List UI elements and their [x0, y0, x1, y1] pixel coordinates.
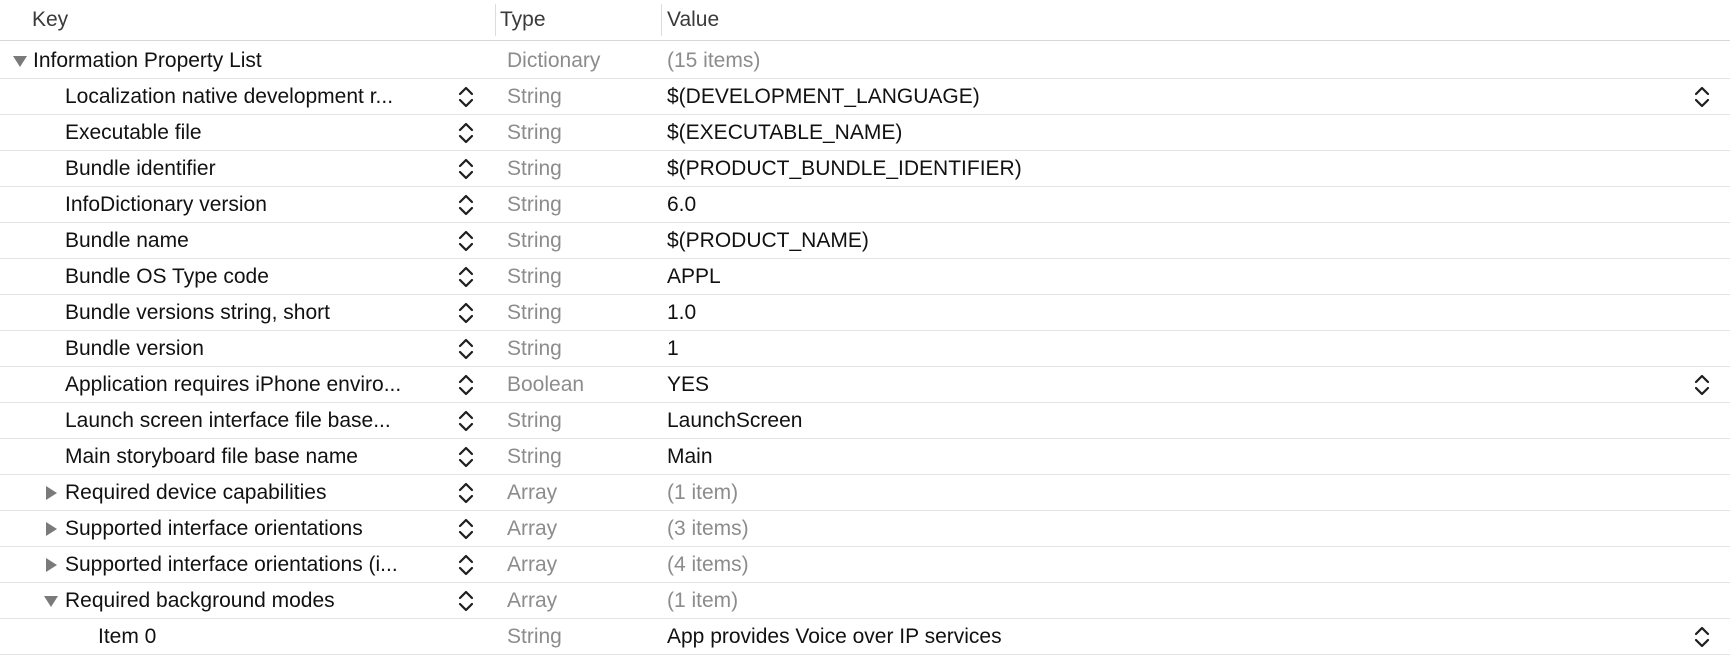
row-value[interactable]: App provides Voice over IP services: [667, 619, 1002, 654]
row-value[interactable]: $(PRODUCT_BUNDLE_IDENTIFIER): [667, 151, 1022, 186]
row-key[interactable]: Bundle OS Type code: [65, 259, 269, 294]
row-key[interactable]: Launch screen interface file base...: [65, 403, 391, 438]
row-type[interactable]: Array: [507, 475, 557, 510]
table-row[interactable]: Required device capabilities Array (1 item…: [0, 475, 1730, 511]
row-type[interactable]: String: [507, 151, 562, 186]
table-row[interactable]: Launch screen interface file base... Stri…: [0, 403, 1730, 439]
row-value[interactable]: 1.0: [667, 295, 696, 330]
row-value: (1 item): [667, 589, 739, 612]
table-row[interactable]: Bundle OS Type code String APPL: [0, 259, 1730, 295]
row-value[interactable]: LaunchScreen: [667, 403, 802, 438]
key-updown-icon[interactable]: [456, 83, 476, 111]
key-updown-icon[interactable]: [456, 479, 476, 507]
table-row[interactable]: Application requires iPhone enviro... Boo…: [0, 367, 1730, 403]
table-row[interactable]: Main storyboard file base name String Main: [0, 439, 1730, 475]
row-value[interactable]: YES: [667, 367, 709, 402]
key-updown-icon[interactable]: [456, 443, 476, 471]
row-type[interactable]: Dictionary: [507, 43, 600, 78]
key-updown-icon[interactable]: [456, 227, 476, 255]
table-row[interactable]: Item 0 String App provides Voice over IP s…: [0, 619, 1730, 655]
row-key[interactable]: Required device capabilities: [65, 475, 327, 510]
row-type[interactable]: String: [507, 223, 562, 258]
table-row[interactable]: Supported interface orientations (i... Ar…: [0, 547, 1730, 583]
row-type[interactable]: String: [507, 619, 562, 654]
row-key[interactable]: Main storyboard file base name: [65, 439, 358, 474]
disclosure-collapsed-icon[interactable]: [41, 511, 61, 546]
row-type[interactable]: String: [507, 331, 562, 366]
row-value: (4 items): [667, 553, 749, 576]
row-key[interactable]: Supported interface orientations: [65, 511, 363, 546]
table-row[interactable]: Bundle identifier String $(PRODUCT_BUNDLE_…: [0, 151, 1730, 187]
row-key[interactable]: Bundle versions string, short: [65, 295, 330, 330]
key-updown-icon[interactable]: [456, 515, 476, 543]
row-type[interactable]: String: [507, 79, 562, 114]
row-value[interactable]: Main: [667, 439, 713, 474]
row-key[interactable]: Bundle version: [65, 331, 204, 366]
row-key[interactable]: Executable file: [65, 115, 202, 150]
disclosure-collapsed-icon[interactable]: [41, 547, 61, 582]
row-value: (3 items): [667, 517, 749, 540]
key-updown-icon[interactable]: [456, 155, 476, 183]
row-type[interactable]: Array: [507, 547, 557, 582]
table-row[interactable]: InfoDictionary version String 6.0: [0, 187, 1730, 223]
key-updown-icon[interactable]: [456, 371, 476, 399]
column-divider[interactable]: [495, 4, 496, 36]
row-value[interactable]: APPL: [667, 259, 721, 294]
value-column-header[interactable]: Value: [667, 0, 967, 40]
column-divider[interactable]: [661, 4, 662, 36]
row-key[interactable]: InfoDictionary version: [65, 187, 267, 222]
table-row[interactable]: Localization native development r... Stri…: [0, 79, 1730, 115]
value-popup-icon[interactable]: [1692, 83, 1712, 111]
row-type[interactable]: String: [507, 295, 562, 330]
row-key[interactable]: Item 0: [98, 619, 156, 654]
row-value[interactable]: 1: [667, 331, 679, 366]
value-popup-icon[interactable]: [1692, 371, 1712, 399]
row-key[interactable]: Supported interface orientations (i...: [65, 547, 398, 582]
row-key[interactable]: Required background modes: [65, 583, 335, 618]
table-row[interactable]: Information Property List Dictionary (15 i…: [0, 43, 1730, 79]
disclosure-expanded-icon[interactable]: [41, 583, 61, 618]
key-column-header[interactable]: Key: [32, 0, 492, 40]
table-row[interactable]: Required background modes Array (1 item): [0, 583, 1730, 619]
row-type[interactable]: String: [507, 115, 562, 150]
table-row[interactable]: Executable file String $(EXECUTABLE_NAME): [0, 115, 1730, 151]
row-key[interactable]: Bundle name: [65, 223, 189, 258]
column-header: Key Type Value: [0, 0, 1730, 41]
value-popup-icon[interactable]: [1692, 623, 1712, 651]
type-column-header[interactable]: Type: [500, 0, 660, 40]
table-row[interactable]: Bundle version String 1: [0, 331, 1730, 367]
table-row[interactable]: Bundle versions string, short String 1.0: [0, 295, 1730, 331]
row-value[interactable]: 6.0: [667, 187, 696, 222]
row-type[interactable]: String: [507, 403, 562, 438]
row-type[interactable]: Array: [507, 583, 557, 618]
row-type[interactable]: String: [507, 259, 562, 294]
disclosure-expanded-icon[interactable]: [10, 43, 30, 78]
disclosure-collapsed-icon[interactable]: [41, 475, 61, 510]
property-list-editor: Key Type Value Information Property List…: [0, 0, 1730, 662]
key-updown-icon[interactable]: [456, 263, 476, 291]
key-updown-icon[interactable]: [456, 335, 476, 363]
key-updown-icon[interactable]: [456, 191, 476, 219]
row-value: (1 item): [667, 481, 739, 504]
row-value: (15 items): [667, 49, 761, 72]
key-updown-icon[interactable]: [456, 299, 476, 327]
row-type[interactable]: String: [507, 439, 562, 474]
row-key[interactable]: Application requires iPhone enviro...: [65, 367, 401, 402]
row-value[interactable]: $(EXECUTABLE_NAME): [667, 115, 902, 150]
property-rows: Information Property List Dictionary (15 i…: [0, 43, 1730, 655]
row-key[interactable]: Bundle identifier: [65, 151, 216, 186]
table-row[interactable]: Bundle name String $(PRODUCT_NAME): [0, 223, 1730, 259]
key-updown-icon[interactable]: [456, 551, 476, 579]
row-key[interactable]: Information Property List: [33, 43, 262, 78]
table-row[interactable]: Supported interface orientations Array (3 …: [0, 511, 1730, 547]
key-updown-icon[interactable]: [456, 119, 476, 147]
row-value[interactable]: $(DEVELOPMENT_LANGUAGE): [667, 79, 980, 114]
row-value[interactable]: $(PRODUCT_NAME): [667, 223, 869, 258]
row-key[interactable]: Localization native development r...: [65, 79, 393, 114]
row-type[interactable]: Array: [507, 511, 557, 546]
key-updown-icon[interactable]: [456, 587, 476, 615]
row-type[interactable]: Boolean: [507, 367, 584, 402]
key-updown-icon[interactable]: [456, 407, 476, 435]
row-type[interactable]: String: [507, 187, 562, 222]
